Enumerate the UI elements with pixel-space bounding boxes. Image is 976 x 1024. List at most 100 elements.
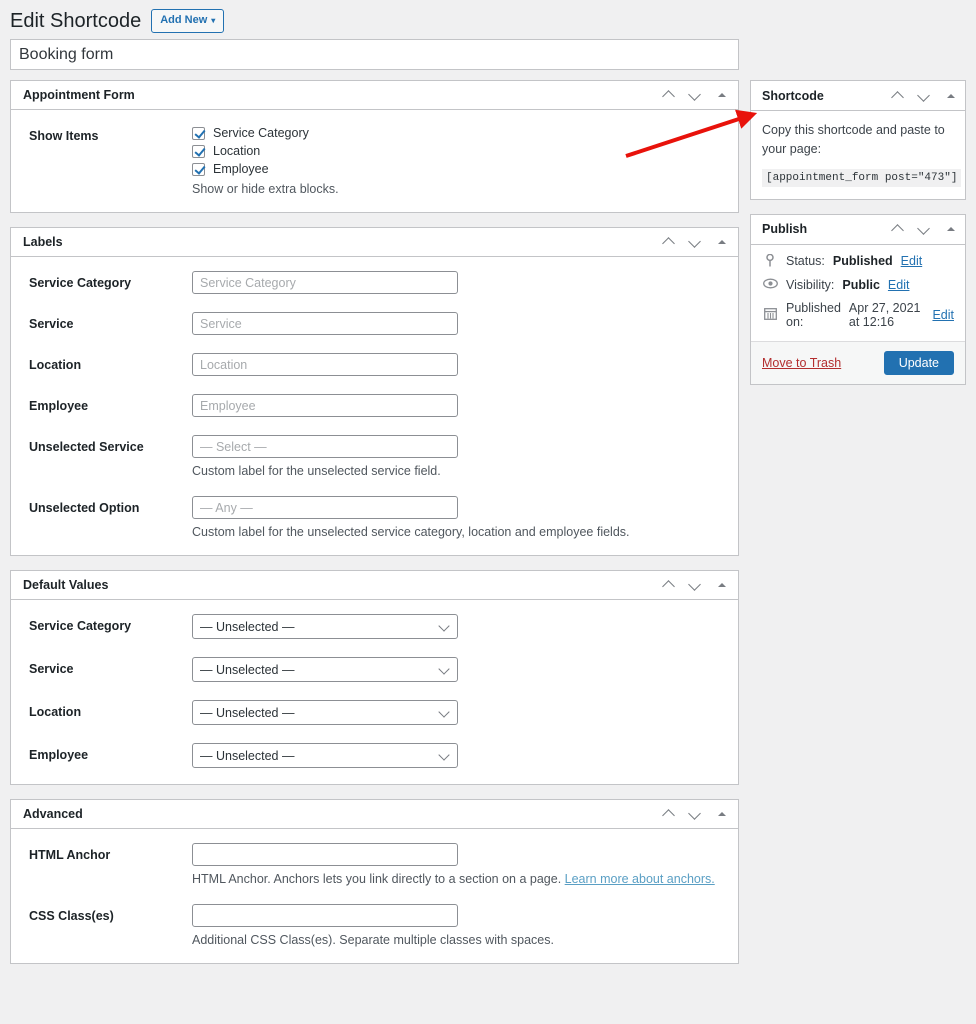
edit-date-link[interactable]: Edit (932, 308, 954, 322)
page-title: Edit Shortcode (10, 10, 142, 32)
field-control (192, 312, 726, 335)
post-title-input[interactable] (10, 39, 739, 70)
collapse-toggle-icon[interactable] (714, 807, 728, 821)
default-employee-select[interactable]: — Unselected — (192, 743, 458, 768)
eye-icon (762, 278, 778, 291)
checkbox-list: Service Category Location Employee (192, 124, 726, 176)
checkbox-row[interactable]: Employee (192, 162, 726, 176)
chevron-down-icon: ▾ (211, 16, 216, 26)
checkbox-label: Location (213, 144, 261, 158)
form-row-default-service: Service — Unselected — (19, 657, 726, 682)
select-wrapper: — Unselected — (192, 743, 458, 768)
form-row-show-items: Show Items Service Category Location Emp… (19, 124, 726, 196)
add-new-button[interactable]: Add New ▾ (151, 9, 225, 33)
move-down-icon[interactable] (688, 235, 702, 249)
checkbox-label: Service Category (213, 126, 309, 140)
field-label: Unselected Option (29, 501, 140, 515)
move-down-icon[interactable] (917, 222, 931, 236)
publish-status-value: Published (832, 254, 893, 268)
shortcode-description: Copy this shortcode and paste to your pa… (762, 123, 945, 156)
publish-date-label: Published on: (786, 300, 841, 329)
calendar-icon (762, 307, 778, 322)
collapse-toggle-icon[interactable] (714, 235, 728, 249)
learn-more-anchors-link[interactable]: Learn more about anchors. (565, 872, 715, 886)
form-row-default-employee: Employee — Unselected — (19, 743, 726, 768)
form-row-unselected-service: Unselected Service Custom label for the … (19, 435, 726, 478)
form-row-label-location: Location (19, 353, 726, 376)
select-wrapper: — Unselected — (192, 614, 458, 639)
collapse-toggle-icon[interactable] (714, 578, 728, 592)
collapse-toggle-icon[interactable] (943, 89, 957, 103)
field-control: — Unselected — (192, 614, 726, 639)
move-down-icon[interactable] (688, 807, 702, 821)
field-label: Service (29, 317, 74, 331)
panel-labels: Labels Service Category Service Category… (10, 227, 739, 556)
field-hint: Custom label for the unselected service … (192, 525, 630, 539)
checkbox-row[interactable]: Service Category (192, 126, 726, 140)
label-service-input[interactable] (192, 312, 458, 335)
label-location-input[interactable] (192, 353, 458, 376)
publish-box-footer: Move to Trash Update (751, 340, 965, 384)
collapse-toggle-icon[interactable] (714, 88, 728, 102)
title-field-wrapper (0, 34, 976, 70)
panel-title: Advanced (23, 807, 83, 821)
publish-date-value: Apr 27, 2021 at 12:16 (848, 300, 921, 329)
field-control: — Unselected — (192, 657, 726, 682)
unselected-service-input[interactable] (192, 435, 458, 458)
checkbox-location[interactable] (192, 144, 205, 158)
unselected-option-input[interactable] (192, 496, 458, 519)
move-down-icon[interactable] (917, 89, 931, 103)
default-location-select[interactable]: — Unselected — (192, 700, 458, 725)
move-up-icon[interactable] (662, 88, 676, 102)
shortcode-value[interactable]: [appointment_form post="473"] (762, 168, 962, 187)
move-down-icon[interactable] (688, 88, 702, 102)
publish-box-title: Publish (762, 222, 808, 236)
html-anchor-input[interactable] (192, 843, 458, 866)
move-up-icon[interactable] (662, 807, 676, 821)
form-row-default-service-category: Service Category — Unselected — (19, 614, 726, 639)
checkbox-service-category[interactable] (192, 126, 205, 140)
update-button[interactable]: Update (883, 350, 954, 375)
publish-box-header: Publish (751, 215, 965, 245)
field-label: Employee (29, 748, 89, 762)
checkbox-row[interactable]: Location (192, 144, 726, 158)
move-up-icon[interactable] (662, 578, 676, 592)
move-up-icon[interactable] (891, 89, 905, 103)
edit-status-link[interactable]: Edit (901, 254, 923, 268)
label-service-category-input[interactable] (192, 271, 458, 294)
move-up-icon[interactable] (891, 222, 905, 236)
edit-visibility-link[interactable]: Edit (888, 278, 910, 292)
field-label: Location (29, 358, 82, 372)
checkbox-employee[interactable] (192, 162, 205, 176)
label-employee-input[interactable] (192, 394, 458, 417)
panel-controls (662, 807, 728, 821)
field-control (192, 394, 726, 417)
add-new-label: Add New (160, 14, 208, 27)
field-hint: HTML Anchor. Anchors lets you link direc… (192, 872, 726, 886)
field-control (192, 353, 726, 376)
form-row-label-employee: Employee (19, 394, 726, 417)
default-service-category-select[interactable]: — Unselected — (192, 614, 458, 639)
field-control (192, 271, 726, 294)
move-to-trash-link[interactable]: Move to Trash (762, 356, 841, 370)
default-service-select[interactable]: — Unselected — (192, 657, 458, 682)
css-class-input[interactable] (192, 904, 458, 927)
move-up-icon[interactable] (662, 235, 676, 249)
page-header: Edit Shortcode Add New ▾ (0, 0, 976, 34)
field-control: Service Category Location Employee Show … (192, 124, 726, 196)
publish-box-body: Status: Published Edit Visibility: Publi… (751, 245, 965, 341)
collapse-toggle-icon[interactable] (943, 222, 957, 236)
hint-text: HTML Anchor. Anchors lets you link direc… (192, 872, 565, 886)
panel-body-advanced: HTML Anchor HTML Anchor. Anchors lets yo… (11, 829, 738, 963)
pin-icon (762, 253, 778, 269)
move-down-icon[interactable] (688, 578, 702, 592)
panel-default-values: Default Values Service Category — Unsele… (10, 570, 739, 785)
panel-header-labels: Labels (11, 228, 738, 257)
select-wrapper: — Unselected — (192, 700, 458, 725)
checkbox-label: Employee (213, 162, 269, 176)
panel-title: Default Values (23, 578, 109, 592)
shortcode-box: Shortcode Copy this shortcode and paste … (750, 80, 966, 200)
form-row-html-anchor: HTML Anchor HTML Anchor. Anchors lets yo… (19, 843, 726, 886)
sidebar-column: Shortcode Copy this shortcode and paste … (750, 80, 966, 399)
form-row-label-service-category: Service Category (19, 271, 726, 294)
